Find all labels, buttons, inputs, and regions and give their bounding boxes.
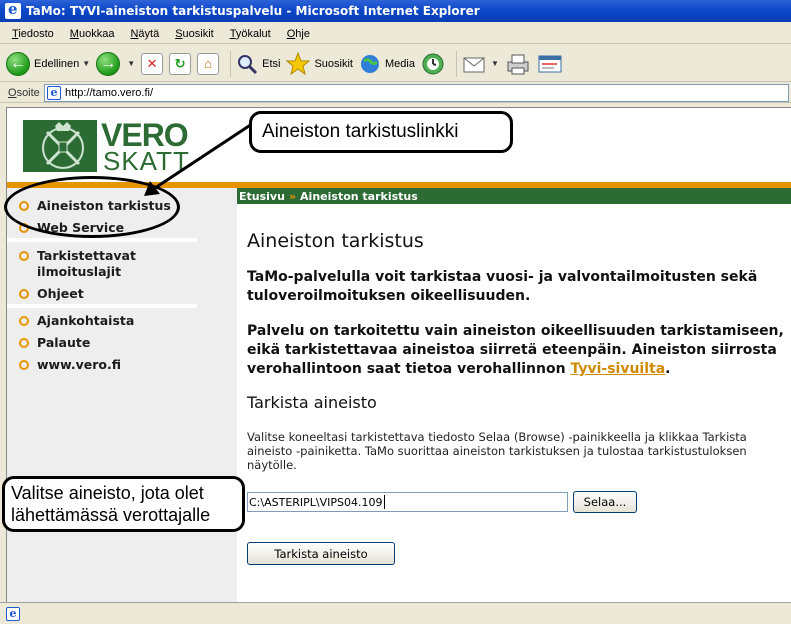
favorites-button[interactable]: Suosikit <box>286 49 353 79</box>
vero-emblem-icon <box>23 120 97 172</box>
internet-explorer-icon <box>5 0 21 19</box>
menu-favorites[interactable]: Suosikit <box>167 28 222 40</box>
bullet-icon <box>19 360 29 370</box>
nav-item-label: Ohjeet <box>37 286 84 301</box>
nav-item-ohjeet[interactable]: Ohjeet <box>19 286 84 301</box>
callout-select-file: Valitse aineisto, jota olet lähettämässä… <box>2 476 245 532</box>
check-file-button[interactable]: Tarkista aineisto <box>247 542 395 565</box>
nav-item-palaute[interactable]: Palaute <box>19 335 90 350</box>
nav-item-ajankohtaista[interactable]: Ajankohtaista <box>19 313 134 328</box>
info-paragraph-text: Palvelu on tarkoitettu vain aineiston oi… <box>247 323 784 377</box>
stop-button[interactable]: ✕ <box>141 49 164 79</box>
address-bar: Osoite e http://tamo.vero.fi/ <box>0 83 791 103</box>
text-caret <box>383 495 385 509</box>
home-button[interactable]: ⌂ <box>197 49 220 79</box>
file-path-value: C:\ASTERIPL\VIPS04.109 <box>249 495 383 509</box>
browser-toolbar: ← Edellinen ▼ → ▼ ✕ ↻ ⌂ Etsi Suosikit Me… <box>0 46 791 82</box>
toolbar-separator <box>230 50 232 77</box>
bullet-icon <box>19 316 29 326</box>
refresh-button[interactable]: ↻ <box>169 49 192 79</box>
menu-help[interactable]: Ohje <box>279 28 318 40</box>
menu-edit[interactable]: Muokkaa <box>62 28 123 40</box>
address-label: Osoite <box>8 86 40 99</box>
media-globe-icon <box>360 54 379 73</box>
section-title: Tarkista aineisto <box>247 393 377 412</box>
history-icon <box>422 53 444 74</box>
mail-dropdown-icon[interactable]: ▼ <box>491 59 499 68</box>
window-title: TaMo: TYVI-aineiston tarkistuspalvelu - … <box>26 4 480 18</box>
nav-item-label: Tarkistettavat ilmoituslajit <box>37 248 136 279</box>
back-arrow-icon: ← <box>6 51 30 76</box>
breadcrumb-separator: » <box>288 189 297 203</box>
tyvi-link[interactable]: Tyvi-sivuilta <box>570 361 665 377</box>
bullet-icon <box>19 251 29 261</box>
back-dropdown-icon[interactable]: ▼ <box>82 59 90 68</box>
status-page-icon: e <box>6 606 20 621</box>
search-button-label: Etsi <box>262 57 281 70</box>
media-button[interactable]: Media <box>359 49 415 79</box>
home-icon: ⌂ <box>197 52 220 75</box>
history-button[interactable] <box>421 49 445 79</box>
logo-skatt-text: SKATT <box>103 146 190 176</box>
menu-view[interactable]: Näytä <box>122 28 167 40</box>
edit-button[interactable] <box>537 49 563 79</box>
menu-file[interactable]: Tiedosto <box>4 28 62 40</box>
breadcrumb-current: Aineiston tarkistus <box>300 189 418 203</box>
print-button[interactable] <box>505 49 531 79</box>
forward-arrow-icon: → <box>96 51 121 76</box>
back-button[interactable]: ← Edellinen ▼ <box>6 49 90 79</box>
callout-check-link: Aineiston tarkistuslinkki <box>249 111 513 153</box>
page-title: Aineiston tarkistus <box>247 230 424 252</box>
left-navigation: Aineiston tarkistus Web Service Tarkiste… <box>7 188 237 602</box>
nav-item-www-vero-fi[interactable]: www.vero.fi <box>19 357 121 372</box>
breadcrumb-home-link[interactable]: Etusivu <box>239 190 285 203</box>
favorites-button-label: Suosikit <box>314 57 353 70</box>
address-input[interactable]: e http://tamo.vero.fi/ <box>44 84 789 102</box>
stop-icon: ✕ <box>141 52 164 75</box>
nav-item-label: www.vero.fi <box>37 357 121 372</box>
address-url: http://tamo.vero.fi/ <box>65 87 154 99</box>
edit-page-icon <box>538 55 562 72</box>
intro-paragraph: TaMo-palvelulla voit tarkistaa vuosi- ja… <box>247 269 758 304</box>
bullet-icon <box>19 338 29 348</box>
forward-button[interactable]: → ▼ <box>96 49 135 79</box>
refresh-icon: ↻ <box>169 52 192 75</box>
nav-separator <box>7 238 197 242</box>
breadcrumb: Etusivu » Aineiston tarkistus <box>237 188 791 204</box>
info-paragraph: Palvelu on tarkoitettu vain aineiston oi… <box>247 322 787 379</box>
back-button-label: Edellinen <box>34 57 80 70</box>
file-path-input[interactable]: C:\ASTERIPL\VIPS04.109 <box>247 492 568 512</box>
search-button[interactable]: Etsi <box>236 49 280 79</box>
page-icon: e <box>47 86 61 100</box>
status-bar: e <box>0 602 791 624</box>
vero-skatt-logo[interactable]: VERO SKATT <box>23 119 189 174</box>
search-icon <box>238 54 258 74</box>
info-paragraph-end: . <box>665 361 671 377</box>
bullet-icon <box>19 289 29 299</box>
instructions-paragraph: Valitse koneeltasi tarkistettava tiedost… <box>247 430 747 472</box>
window-titlebar: TaMo: TYVI-aineiston tarkistuspalvelu - … <box>0 0 791 22</box>
toolbar-separator <box>455 50 457 77</box>
browse-button[interactable]: Selaa... <box>573 491 637 513</box>
menu-bar: Tiedosto Muokkaa Näytä Suosikit Työkalut… <box>0 24 791 44</box>
nav-separator <box>7 304 197 308</box>
menu-tools[interactable]: Työkalut <box>222 28 279 40</box>
nav-item-tarkistettavat-ilmoituslajit[interactable]: Tarkistettavat ilmoituslajit <box>19 248 169 280</box>
mail-button[interactable]: ▼ <box>462 49 499 79</box>
nav-item-label: Palaute <box>37 335 91 350</box>
highlight-ellipse <box>4 176 180 238</box>
printer-icon <box>507 54 529 74</box>
nav-item-label: Ajankohtaista <box>37 313 135 328</box>
mail-icon <box>463 57 485 72</box>
media-button-label: Media <box>384 57 415 70</box>
star-icon <box>286 51 311 75</box>
forward-dropdown-icon[interactable]: ▼ <box>127 59 135 68</box>
